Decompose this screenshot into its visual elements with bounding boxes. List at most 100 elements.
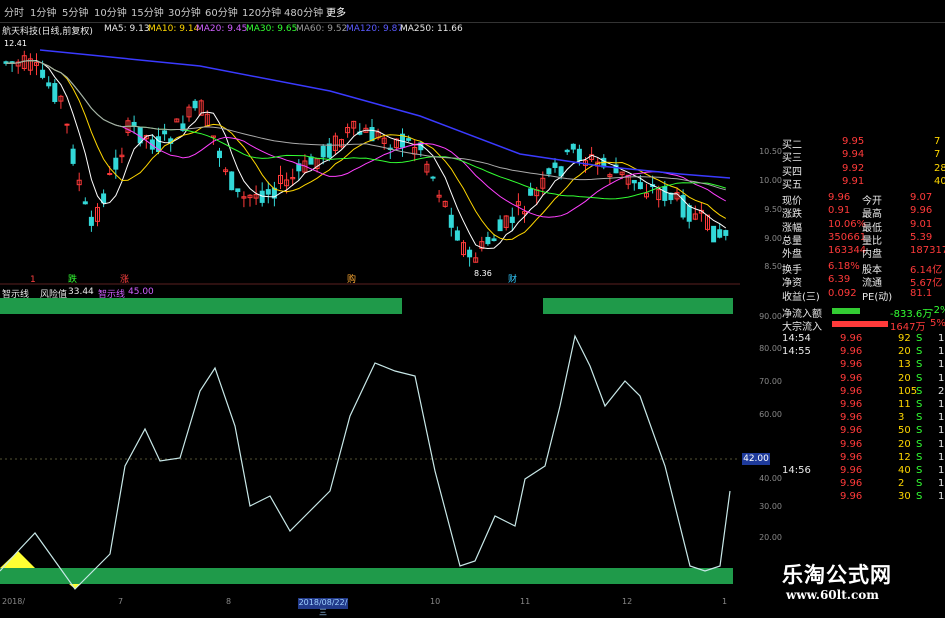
site-watermark: 乐淘公式网 www.60lt.com (760, 555, 945, 609)
flow-value: 1647万 (890, 322, 926, 333)
period-tab-60min[interactable]: 60分钟 (205, 4, 238, 19)
candle-body (369, 127, 375, 142)
tick-vol: 20 (898, 372, 911, 384)
period-tab-120min[interactable]: 120分钟 (242, 4, 281, 19)
indicator-line (0, 334, 731, 590)
tick-count: 1 (938, 399, 945, 410)
quote-value2: 187317 (910, 245, 945, 257)
quote-value: 6.39 (828, 274, 851, 286)
quote-value2: 81.1 (910, 287, 933, 299)
ma120-value: MA120: 9.87 (346, 24, 404, 34)
tick-price: 9.96 (840, 491, 863, 503)
tick-row: 9.96 11 S 1 (748, 398, 945, 412)
tick-side: S (916, 372, 923, 384)
candle-body (467, 249, 473, 258)
ma-legend-bar: 航天科技(日线,前复权) MA5: 9.13 MA10: 9.14 MA20: … (0, 22, 740, 37)
period-tab-480min[interactable]: 480分钟 (284, 4, 323, 19)
quote-value: 9.96 (828, 191, 851, 203)
marker-4: 购 (347, 273, 356, 285)
tick-row: 14:54 9.96 92 S 1 (748, 332, 945, 346)
quote-label: 买五 (782, 179, 802, 191)
tick-side: S (916, 491, 923, 503)
tick-row: 9.96 20 S 1 (748, 372, 945, 386)
candle-body (113, 157, 119, 170)
kline-chart[interactable]: 12.41 8.36 1 跌 涨 购 财 (0, 36, 740, 596)
candle-body (64, 123, 70, 126)
tick-price: 9.96 (840, 425, 863, 437)
quote-value: 0.91 (828, 205, 851, 217)
flow-pct: -2% (930, 305, 945, 316)
watermark-title: 乐淘公式网 (782, 562, 892, 587)
quote-value2: 9.96 (910, 205, 933, 217)
ma-line (5, 60, 727, 218)
quote-value2: 5.39 (910, 231, 933, 243)
period-tab-15min[interactable]: 15分钟 (131, 4, 164, 19)
tick-time: 14:56 (782, 465, 811, 476)
period-tab-1min[interactable]: 1分钟 (30, 4, 56, 19)
candle-body (52, 83, 58, 102)
tick-side: S (916, 399, 923, 410)
tick-count: 1 (938, 465, 945, 476)
tick-price: 9.96 (840, 465, 863, 476)
ma60-value: MA60: 9.52 (296, 24, 348, 34)
tick-price: 9.96 (840, 399, 863, 410)
flow-bar (832, 321, 888, 327)
quote-row: 现价 9.96 今开 9.07 (748, 191, 945, 207)
candle-body (509, 216, 515, 223)
candle-body (491, 238, 497, 242)
ma30-value: MA30: 9.65 (246, 24, 298, 34)
tick-side: S (916, 385, 923, 397)
candle-body (162, 130, 168, 135)
tick-time: 14:54 (782, 333, 811, 344)
candle-body (430, 176, 436, 179)
tick-vol: 20 (898, 438, 911, 450)
tick-count: 2 (938, 385, 945, 397)
tick-count: 1 (938, 438, 945, 450)
candle-body (631, 179, 637, 184)
period-tab-30min[interactable]: 30分钟 (168, 4, 201, 19)
date-tick: 7 (118, 597, 124, 606)
candlestick-series (3, 50, 729, 267)
quote-label2: 内盘 (862, 249, 882, 261)
quote-value: 163344 (828, 245, 867, 257)
ma20-value: MA20: 9.45 (196, 24, 248, 34)
period-tab-5min[interactable]: 5分钟 (62, 4, 88, 19)
quote-value: 0.092 (828, 287, 857, 299)
tick-time: 14:55 (782, 346, 811, 358)
ma5-value: MA5: 9.13 (104, 24, 150, 34)
tick-row: 9.96 12 S 1 (748, 451, 945, 465)
ma10-value: MA10: 9.14 (148, 24, 200, 34)
line-label: 智示线 (98, 290, 126, 300)
marker-2: 跌 (68, 274, 77, 285)
period-tab-10min[interactable]: 10分钟 (94, 4, 127, 19)
tick-price: 9.96 (840, 438, 863, 450)
tick-vol: 20 (898, 346, 911, 358)
tick-row: 14:55 9.96 20 S 1 (748, 345, 945, 359)
period-tab-more[interactable]: 更多 (326, 4, 346, 19)
date-axis: 2018/ 7 8 10 11 12 1 (0, 596, 740, 609)
marker-1: 1 (30, 275, 36, 285)
candle-body (454, 230, 460, 241)
money-flow-row: 大宗流入 1647万 5% (748, 317, 945, 333)
quote-value: 6.18% (828, 261, 860, 273)
candle-body (82, 201, 88, 205)
quote-row: 收益(三) 0.092 PE(动) 81.1 (748, 287, 945, 303)
period-tab-intraday[interactable]: 分时 (4, 4, 24, 19)
tick-side: S (916, 425, 923, 437)
candle-body (46, 82, 52, 87)
quote-row: 外盘 163344 内盘 187317 (748, 244, 945, 261)
quote-value2: 9.07 (910, 191, 933, 203)
tick-price: 9.96 (840, 451, 863, 463)
candle-body (107, 172, 113, 175)
indicator-band-bottom (0, 568, 733, 584)
quote-vol: 7 (934, 136, 941, 147)
indicator-band-right (543, 298, 733, 314)
tick-side: S (916, 451, 923, 463)
candle-body (320, 145, 326, 158)
tick-count: 1 (938, 359, 945, 371)
indicator-name: 智示线 (2, 290, 30, 300)
tick-side: S (916, 478, 923, 490)
selected-date: 2018/08/22/三 (298, 598, 348, 617)
tick-side: S (916, 438, 923, 450)
quote-value: 10.06% (828, 218, 867, 230)
